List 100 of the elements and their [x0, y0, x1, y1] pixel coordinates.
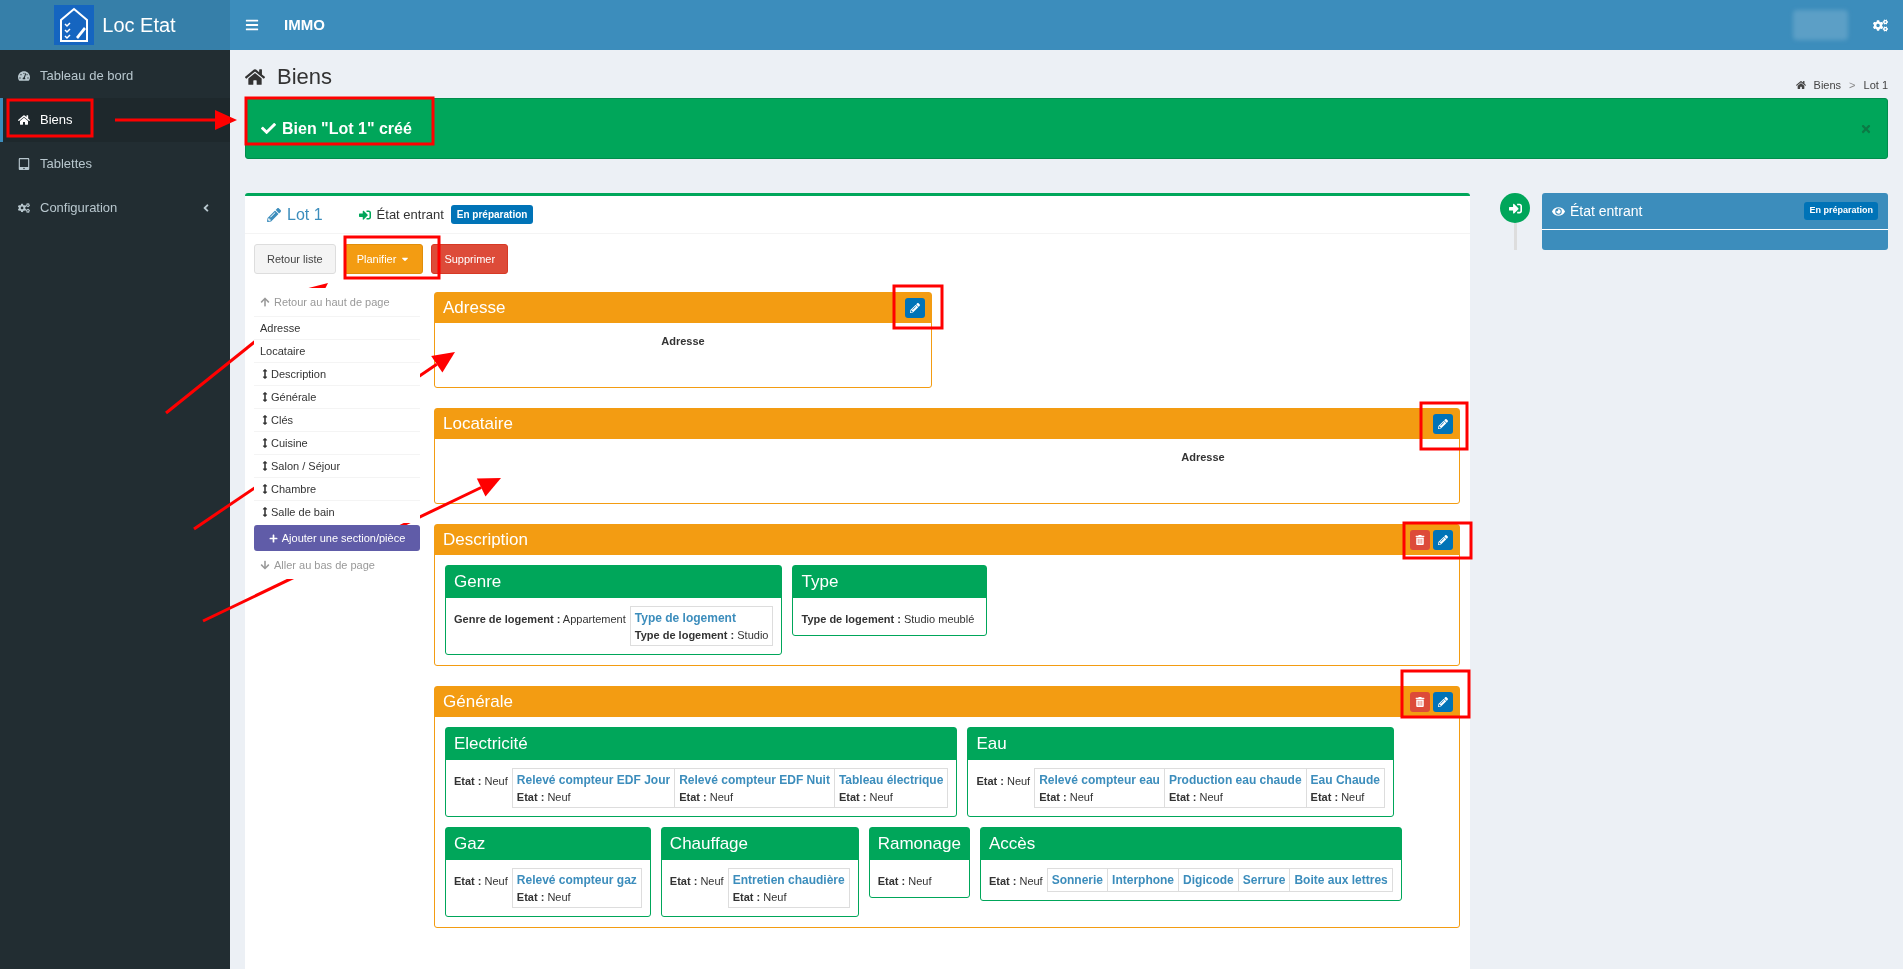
settings-icon	[18, 202, 30, 214]
header-title: IMMO	[284, 14, 325, 35]
drag-handle-icon[interactable]	[260, 392, 270, 402]
summary-text: Etat : Neuf	[454, 873, 508, 889]
drag-handle-icon[interactable]	[260, 415, 270, 425]
item-title-link[interactable]: Production eau chaude	[1168, 770, 1302, 789]
item-state-text: Etat : Neuf	[679, 789, 734, 805]
section-nav-item[interactable]: Générale	[254, 385, 420, 408]
summary-text: Etat : Neuf	[454, 773, 508, 789]
edit-button[interactable]	[1433, 692, 1453, 712]
section-nav-item[interactable]: Description	[254, 362, 420, 385]
app-logo-text: Loc Etat	[102, 13, 176, 38]
home-icon	[18, 114, 30, 126]
plus-icon	[268, 533, 278, 543]
add-section-button[interactable]: Ajouter une section/pièce	[254, 525, 420, 551]
section-nav-item[interactable]: Salon / Séjour	[254, 454, 420, 477]
section-nav-item[interactable]: Adresse	[254, 316, 420, 339]
item-title-link[interactable]: Boite aux lettres	[1294, 870, 1388, 889]
pencil-icon	[910, 303, 920, 313]
page-title: Biens	[277, 63, 333, 91]
alert-message: Bien "Lot 1" créé	[282, 118, 412, 139]
home-icon	[245, 66, 265, 87]
menu-icon[interactable]	[245, 18, 259, 32]
drag-handle-icon[interactable]	[260, 369, 270, 379]
section-nav-item[interactable]: Cuisine	[254, 431, 420, 454]
lot-title: Lot 1	[287, 204, 323, 225]
action-button[interactable]: Supprimer	[431, 244, 509, 274]
edit-button[interactable]	[1433, 530, 1453, 550]
sidebar-item[interactable]: Configuration	[0, 186, 230, 230]
sidebar-item[interactable]: Tableau de bord	[0, 54, 230, 98]
drag-handle-icon[interactable]	[260, 484, 270, 494]
summary-text: Etat : Neuf	[669, 873, 724, 889]
arrow-up-icon	[260, 297, 270, 307]
status-badge: En préparation	[450, 205, 534, 224]
item-state-text: Etat : Neuf	[1310, 789, 1366, 805]
summary-text: Etat : Neuf	[877, 873, 932, 889]
item-state-text: Type de logement : Studio	[634, 627, 769, 643]
pencil-icon	[1438, 697, 1448, 707]
item-state-text: Etat : Neuf	[732, 889, 788, 905]
delete-button[interactable]	[1410, 692, 1430, 712]
sidebar-item[interactable]: Biens	[0, 98, 230, 142]
group-title: Accès	[980, 828, 1401, 860]
annotation-box	[1402, 521, 1473, 560]
sidebar-item[interactable]: Tablettes	[0, 142, 230, 186]
arrow-down-icon	[260, 560, 270, 570]
house-checklist-icon	[54, 5, 95, 45]
breadcrumb-separator: >	[1849, 77, 1856, 93]
section-nav-item[interactable]: Salle de bain	[254, 500, 420, 523]
section-title: Description	[443, 529, 529, 552]
trash-icon	[1415, 535, 1425, 545]
trash-icon	[1415, 697, 1425, 707]
group-title: Electricité	[446, 728, 957, 760]
item-title-link[interactable]: Relevé compteur EDF Jour	[516, 770, 671, 789]
action-button[interactable]: Retour liste	[254, 244, 336, 274]
edit-button[interactable]	[1433, 414, 1453, 434]
section-nav-item[interactable]: Clés	[254, 408, 420, 431]
drag-handle-icon[interactable]	[260, 461, 270, 471]
item-title-link[interactable]: Entretien chaudière	[732, 870, 845, 889]
eye-icon	[1552, 204, 1565, 218]
item-title-link[interactable]: Type de logement	[634, 608, 769, 627]
check-icon	[261, 121, 276, 136]
group-title: Eau	[968, 728, 1393, 760]
item-title-link[interactable]: Tableau électrique	[838, 770, 944, 789]
item-title-link[interactable]: Eau Chaude	[1310, 770, 1380, 789]
item-title-link[interactable]: Interphone	[1112, 870, 1175, 889]
user-placeholder	[1793, 10, 1848, 40]
item-title-link[interactable]: Digicode	[1183, 870, 1234, 889]
item-state-text: Etat : Neuf	[516, 889, 572, 905]
settings-icon[interactable]	[1873, 17, 1888, 33]
drag-handle-icon[interactable]	[260, 438, 270, 448]
item-state-text: Etat : Neuf	[838, 789, 894, 805]
field-label: Adresse	[661, 334, 705, 349]
state-label: État entrant	[376, 205, 444, 224]
dashboard-icon	[18, 70, 30, 82]
drag-handle-icon[interactable]	[260, 507, 270, 517]
annotation-box	[1400, 669, 1471, 719]
group-title: Genre	[446, 566, 782, 598]
item-title-link[interactable]: Sonnerie	[1051, 870, 1104, 889]
group-title: Chauffage	[661, 828, 858, 860]
pencil-icon	[267, 207, 281, 222]
field-label: Adresse	[1181, 450, 1225, 465]
item-state-text: Etat : Neuf	[1039, 789, 1094, 805]
timeline-state: État entrant	[1570, 201, 1643, 221]
section-title: Locataire	[443, 413, 513, 436]
summary-text: Type de logement : Studio meublé	[801, 611, 975, 627]
section-title: Adresse	[443, 297, 506, 320]
group-title: Gaz	[446, 828, 650, 860]
annotation-box	[892, 284, 944, 330]
pencil-icon	[1438, 535, 1448, 545]
item-title-link[interactable]: Relevé compteur eau	[1039, 770, 1160, 789]
item-title-link[interactable]: Serrure	[1242, 870, 1286, 889]
item-state-text: Etat : Neuf	[516, 789, 572, 805]
item-title-link[interactable]: Relevé compteur gaz	[516, 870, 637, 889]
sign-in-icon	[358, 208, 371, 221]
edit-button[interactable]	[905, 298, 925, 318]
delete-button[interactable]	[1410, 530, 1430, 550]
tablet-icon	[18, 158, 30, 170]
item-title-link[interactable]: Relevé compteur EDF Nuit	[679, 770, 830, 789]
status-badge: En préparation	[1804, 202, 1878, 220]
breadcrumb-link[interactable]: Biens	[1813, 76, 1842, 93]
